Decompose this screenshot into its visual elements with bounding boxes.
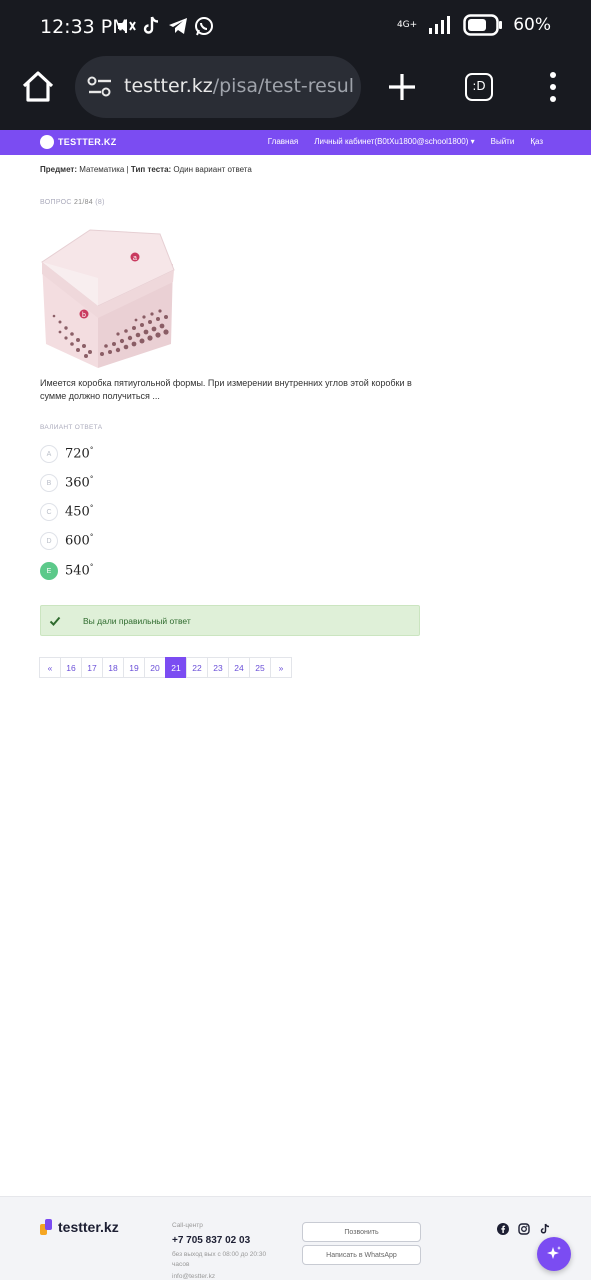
answer-option-e[interactable]: E 540° — [40, 559, 93, 583]
image-label-b: b — [82, 312, 86, 319]
network-indicator: 4G+ — [396, 20, 418, 30]
footer-phone[interactable]: +7 705 837 02 03 — [172, 1235, 250, 1246]
answer-option-c[interactable]: C 450° — [40, 500, 93, 524]
site-settings-icon[interactable] — [87, 75, 113, 99]
question-text: Имеется коробка пятиугольной формы. При … — [40, 378, 412, 401]
result-message: Вы дали правильный ответ — [83, 616, 191, 626]
nav-language[interactable]: Қаз — [530, 137, 543, 146]
new-tab-icon[interactable] — [384, 69, 420, 105]
address-bar[interactable]: testter.kz/pisa/test-result/s — [75, 56, 361, 118]
telegram-icon — [169, 18, 187, 34]
answer-option-d[interactable]: D 600° — [40, 529, 93, 553]
meta-separator: | — [126, 165, 129, 174]
footer-email[interactable]: info@testter.kz — [172, 1273, 215, 1280]
option-value: 360° — [65, 475, 94, 491]
question-number: ВОПРОС 21/84 (8) — [40, 199, 105, 206]
pentagonal-box-image: a b — [41, 229, 175, 368]
option-value: 720° — [65, 446, 94, 462]
type-value: Один вариант ответа — [173, 165, 252, 174]
option-letter[interactable]: D — [40, 532, 58, 550]
footer-logo-icon[interactable] — [40, 1219, 54, 1235]
call-button[interactable]: Позвонить — [302, 1222, 421, 1242]
page-link[interactable]: 23 — [207, 657, 229, 678]
option-value: 540° — [65, 563, 94, 579]
instagram-icon[interactable] — [518, 1223, 530, 1235]
page-link[interactable]: 18 — [102, 657, 124, 678]
footer-hours: без выход вых с 08:00 до 20:30 часов — [172, 1251, 267, 1268]
signal-icon — [429, 16, 451, 34]
site-navbar: TESTTER.KZ Главная Личный кабинет(B0tXu1… — [0, 130, 591, 155]
pagination: « 16 17 18 19 20 21 22 23 24 25 » — [39, 657, 292, 678]
page-link[interactable]: 25 — [249, 657, 271, 678]
option-letter[interactable]: C — [40, 503, 58, 521]
answer-option-a[interactable]: A 720° — [40, 442, 93, 466]
browser-toolbar: testter.kz/pisa/test-result/s :D — [0, 56, 591, 130]
site-footer: testter.kz Call-центр +7 705 837 02 03 б… — [0, 1196, 591, 1280]
result-alert: Вы дали правильный ответ — [40, 605, 420, 636]
page-link[interactable]: 22 — [186, 657, 208, 678]
muted-speaker-icon — [118, 19, 136, 33]
footer-brand[interactable]: testter.kz — [58, 1219, 119, 1235]
status-bar: 12:33 PM 4G+ 60% — [0, 0, 591, 56]
site-logo-icon[interactable] — [40, 135, 54, 149]
page-link[interactable]: 20 — [144, 657, 166, 678]
image-label-a: a — [133, 255, 137, 262]
option-letter[interactable]: B — [40, 474, 58, 492]
nav-account[interactable]: Личный кабинет(B0tXu1800@school1800) ▾ — [314, 137, 474, 146]
facebook-icon[interactable] — [497, 1223, 509, 1235]
page-link[interactable]: 17 — [81, 657, 103, 678]
site-brand[interactable]: TESTTER.KZ — [58, 137, 117, 147]
tiktok-icon — [143, 16, 159, 34]
type-label: Тип теста: — [130, 165, 172, 174]
nav-logout[interactable]: Выйти — [491, 137, 515, 146]
option-value: 450° — [65, 504, 94, 520]
ai-assistant-button[interactable] — [537, 1237, 571, 1271]
page-current[interactable]: 21 — [165, 657, 187, 678]
sparkle-icon — [547, 1246, 561, 1259]
option-letter-selected[interactable]: E — [40, 562, 58, 580]
whatsapp-icon — [195, 17, 213, 36]
whatsapp-button[interactable]: Написать в WhatsApp — [302, 1245, 421, 1265]
subject-value: Математика — [79, 165, 125, 174]
url-text[interactable]: testter.kz/pisa/test-result/s — [124, 75, 354, 97]
answers-label: ВАЛИАНТ ОТВЕТА — [40, 424, 103, 431]
battery-icon — [463, 14, 503, 36]
option-letter[interactable]: A — [40, 445, 58, 463]
page-link[interactable]: 19 — [123, 657, 145, 678]
home-icon[interactable] — [20, 69, 56, 105]
page-next[interactable]: » — [270, 657, 292, 678]
page-link[interactable]: 16 — [60, 657, 82, 678]
tiktok-icon[interactable] — [539, 1223, 551, 1235]
test-meta: Предмет: Математика | Тип теста: Один ва… — [40, 165, 252, 174]
answer-option-b[interactable]: B 360° — [40, 471, 93, 495]
page-link[interactable]: 24 — [228, 657, 250, 678]
callcenter-label: Call-центр — [172, 1222, 203, 1229]
page-prev[interactable]: « — [39, 657, 61, 678]
more-menu-icon[interactable] — [540, 70, 566, 104]
notification-icons — [116, 15, 214, 37]
subject-label: Предмет: — [40, 165, 78, 174]
check-icon — [49, 616, 61, 626]
tabs-button[interactable]: :D — [465, 73, 493, 101]
option-value: 600° — [65, 533, 94, 549]
battery-percent: 60% — [513, 15, 551, 35]
nav-home[interactable]: Главная — [268, 137, 298, 146]
